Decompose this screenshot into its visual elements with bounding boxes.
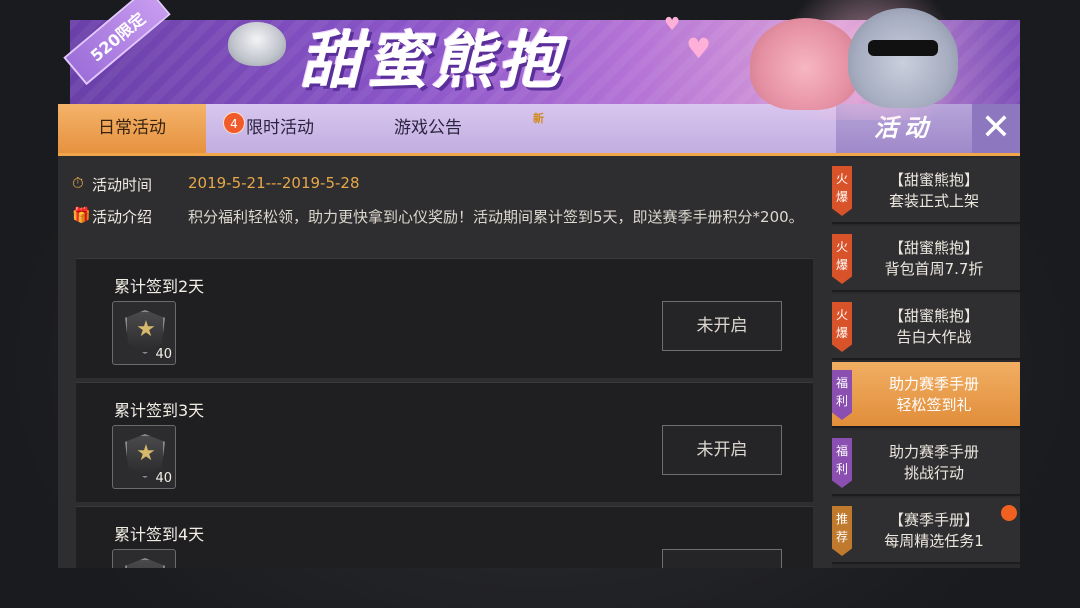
reward-item[interactable]: ★ 40	[112, 425, 176, 489]
sidelist-item[interactable]: 火爆 【甜蜜熊抱】 告白大作战	[832, 294, 1020, 360]
sidelist-item-line1: 助力赛季手册	[888, 375, 979, 393]
sidelist-item-line2: 每周精选任务1	[884, 532, 984, 550]
star-icon: ★	[136, 441, 156, 466]
shield-icon	[125, 558, 165, 568]
heart-icon: ♥	[664, 14, 681, 35]
sidelist-item-line2: 套装正式上架	[888, 192, 979, 210]
sidelist-item-line1: 助力赛季手册	[888, 443, 979, 461]
reward-item[interactable]: ★ 40	[112, 301, 176, 365]
sidelist-item[interactable]: 火爆 【甜蜜熊抱】 套装正式上架	[832, 158, 1020, 224]
claim-button[interactable]: 未开启	[662, 425, 782, 475]
parachute-icon	[228, 22, 286, 66]
reward-quantity: 40	[155, 471, 172, 486]
close-icon: ✕	[980, 107, 1012, 148]
checkin-card: 累计签到2天 ★ 40 未开启	[76, 258, 813, 378]
star-icon: ★	[136, 317, 156, 342]
clock-icon: ⏱	[72, 174, 84, 192]
activity-time-value: 2019-5-21---2019-5-28	[188, 174, 360, 192]
notification-dot	[1001, 505, 1017, 521]
claim-button[interactable]	[662, 549, 782, 568]
reward-quantity: 40	[155, 347, 172, 362]
activity-time-label: 活动时间	[92, 176, 153, 194]
benefit-tag: 福利	[832, 438, 852, 488]
sidelist-item-line1: 【甜蜜熊抱】	[888, 307, 979, 325]
hot-tag: 火爆	[832, 302, 852, 352]
activity-sidelist: 火爆 【甜蜜熊抱】 套装正式上架 火爆 【甜蜜熊抱】 背包首周7.7折 火爆 【甜蜜…	[832, 156, 1020, 568]
heart-icon: ♥	[686, 32, 712, 65]
sidelist-item-line2: 轻松签到礼	[896, 396, 972, 414]
activity-desc-row: 🎁 活动介绍 积分福利轻松领，助力更快拿到心仪奖励！活动期间累计签到5天，即送赛…	[72, 206, 818, 228]
sidelist-item[interactable]: 推荐 【赛季手册】 每周精选任务1	[832, 498, 1020, 564]
gray-bear-character	[848, 8, 958, 108]
new-badge: 新	[533, 112, 544, 125]
recommend-tag: 推荐	[832, 506, 852, 556]
card-title: 累计签到2天	[114, 277, 205, 296]
benefit-tag: 福利	[832, 370, 852, 420]
checkin-card: 累计签到4天	[76, 506, 813, 568]
sidelist-item-line2: 挑战行动	[903, 464, 964, 482]
claim-button[interactable]: 未开启	[662, 301, 782, 351]
sidelist-item[interactable]: 火爆 【甜蜜熊抱】 背包首周7.7折	[832, 226, 1020, 292]
sidelist-item-line1: 【赛季手册】	[888, 511, 979, 529]
tab-daily-activity[interactable]: 日常活动	[58, 104, 206, 153]
sidelist-item-line2: 背包首周7.7折	[884, 260, 984, 278]
card-title: 累计签到4天	[114, 525, 205, 544]
tab-game-announcement[interactable]: 游戏公告	[354, 104, 502, 153]
sidelist-item-active[interactable]: 福利 助力赛季手册 轻松签到礼	[832, 362, 1020, 428]
banner-title: 甜蜜熊抱	[300, 24, 565, 97]
activity-time-row: ⏱ 活动时间 2019-5-21---2019-5-28	[72, 174, 360, 195]
activity-desc-value: 积分福利轻松领，助力更快拿到心仪奖励！活动期间累计签到5天，即送赛季手册积分*2…	[188, 208, 804, 226]
sidelist-item-line2: 告白大作战	[896, 328, 972, 346]
activity-desc-label: 活动介绍	[92, 208, 153, 226]
gift-icon: 🎁	[72, 206, 91, 224]
sidelist-item-line1: 【甜蜜熊抱】	[888, 171, 979, 189]
pink-bear-character	[750, 18, 860, 110]
sidelist-item[interactable]: 福利 助力赛季手册 挑战行动	[832, 430, 1020, 496]
checkin-card: 累计签到3天 ★ 40 未开启	[76, 382, 813, 502]
sidelist-item-line1: 【甜蜜熊抱】	[888, 239, 979, 257]
sunglasses-icon	[868, 40, 938, 56]
hot-tag: 火爆	[832, 234, 852, 284]
hot-tag: 火爆	[832, 166, 852, 216]
activity-content: ⏱ 活动时间 2019-5-21---2019-5-28 🎁 活动介绍 积分福利…	[58, 156, 832, 568]
tab-limited-activity[interactable]: 限时活动	[206, 104, 354, 153]
reward-item[interactable]	[112, 549, 176, 568]
card-title: 累计签到3天	[114, 401, 205, 420]
